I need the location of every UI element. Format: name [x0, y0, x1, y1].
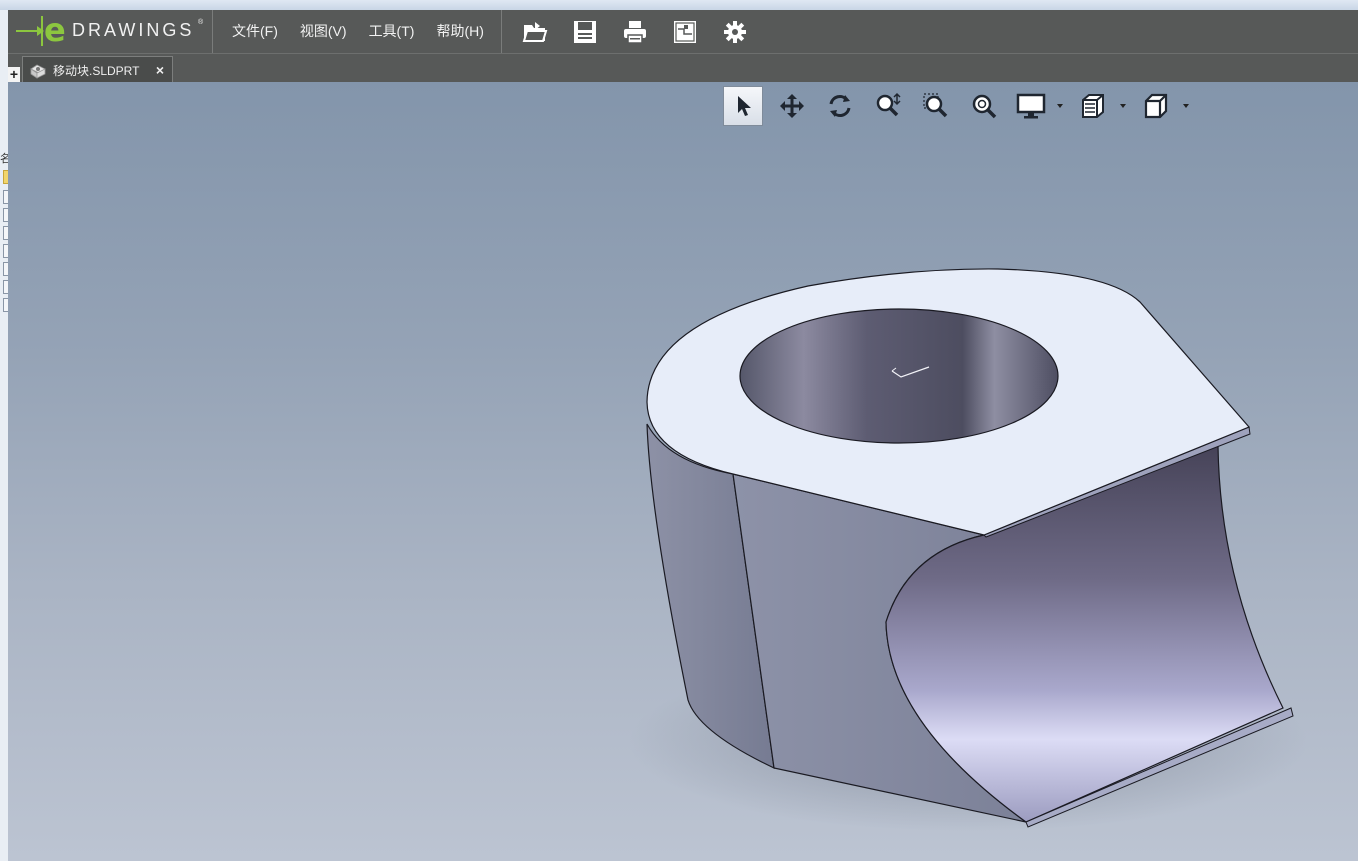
logo-registered-mark: ®: [198, 19, 204, 26]
menu-tools[interactable]: 工具(T): [358, 10, 426, 53]
save-button[interactable]: [560, 10, 610, 53]
print-button[interactable]: [610, 10, 660, 53]
menu-help[interactable]: 帮助(H): [425, 10, 494, 53]
main-toolbar: [502, 10, 760, 53]
markup-icon: [673, 20, 696, 43]
save-icon: [573, 20, 596, 43]
3d-viewport[interactable]: [8, 82, 1358, 861]
document-tab-bar: + 移动块.SLDPRT ×: [8, 53, 1358, 84]
settings-button[interactable]: [710, 10, 760, 53]
open-button[interactable]: [510, 10, 560, 53]
document-tab[interactable]: 移动块.SLDPRT ×: [22, 56, 173, 84]
document-tab-label: 移动块.SLDPRT: [53, 64, 140, 78]
logo-bar: [41, 16, 43, 46]
outer-window-strip: [0, 0, 1358, 10]
markup-button[interactable]: [660, 10, 710, 53]
menu-file[interactable]: 文件(F): [221, 10, 289, 53]
part-model[interactable]: [8, 82, 1358, 861]
logo-wordmark: DRAWINGS: [72, 20, 195, 40]
settings-icon: [723, 20, 746, 43]
menu-bar: e DRAWINGS ® 文件(F) 视图(V) 工具(T) 帮助(H): [8, 10, 1358, 53]
main-menu: 文件(F) 视图(V) 工具(T) 帮助(H): [213, 10, 502, 53]
close-tab-button[interactable]: ×: [156, 62, 164, 78]
add-tab-button[interactable]: +: [8, 67, 20, 82]
print-icon: [623, 20, 646, 44]
menu-view[interactable]: 视图(V): [289, 10, 358, 53]
open-icon: [522, 21, 548, 42]
part-icon: [30, 64, 46, 79]
edrawings-window: e DRAWINGS ® 文件(F) 视图(V) 工具(T) 帮助(H) + 移…: [8, 10, 1358, 861]
edrawings-logo: e DRAWINGS ®: [8, 10, 213, 53]
logo-e: e: [44, 11, 66, 49]
